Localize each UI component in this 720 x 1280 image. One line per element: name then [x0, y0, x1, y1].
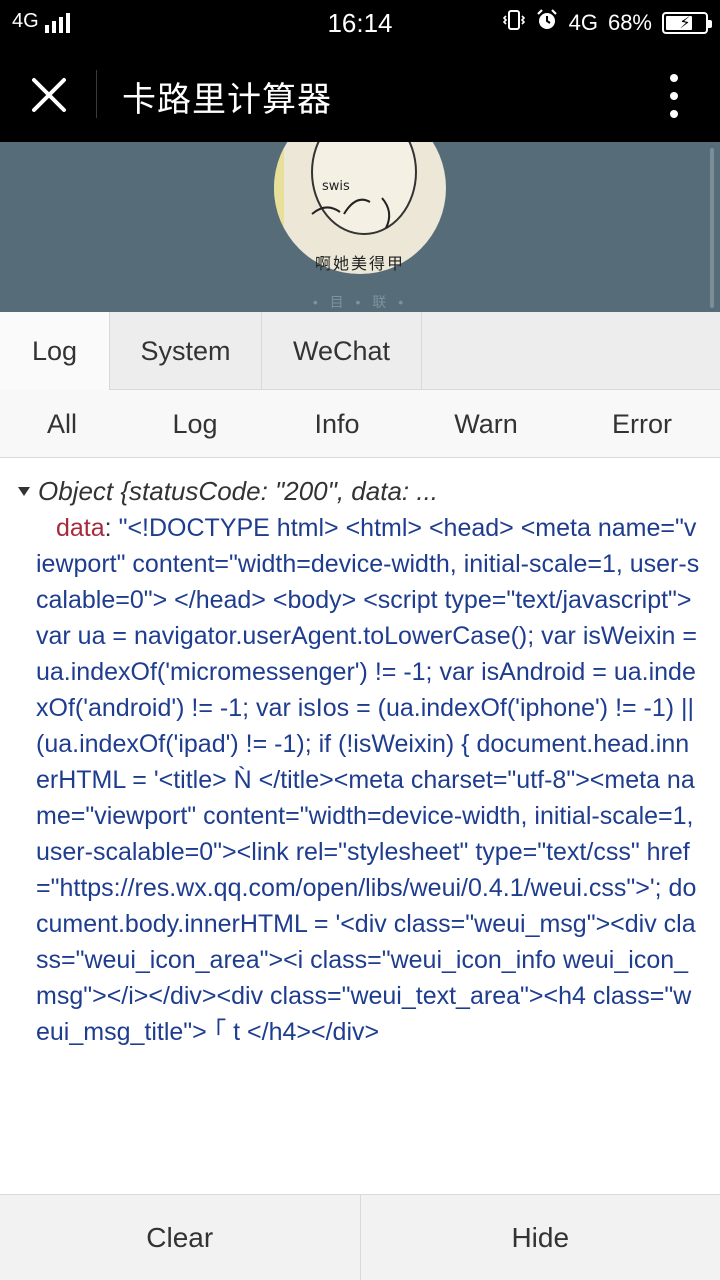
title-divider	[96, 70, 97, 118]
more-dot-icon	[670, 74, 678, 82]
expand-triangle-icon[interactable]	[18, 486, 30, 496]
vibrate-icon	[502, 9, 525, 37]
network-type-right: 4G	[568, 10, 598, 35]
close-button[interactable]	[22, 68, 76, 122]
charging-bolt-icon: ⚡	[679, 15, 691, 32]
console-bottom-bar: Clear Hide	[0, 1194, 720, 1280]
background-scrollbar	[710, 148, 714, 308]
hide-button[interactable]: Hide	[361, 1195, 720, 1280]
background-subtext: • 目 • 联 •	[312, 294, 408, 310]
property-colon: :	[104, 514, 119, 542]
battery-percent: 68%	[607, 10, 652, 35]
filter-error[interactable]: Error	[564, 390, 720, 458]
battery-icon: ⚡	[662, 12, 712, 34]
sticker-text: swis	[322, 179, 350, 194]
status-bar: 4G 16:14 4G 68% ⚡	[0, 0, 720, 48]
log-object-summary-text: Object {statusCode: "200", data: ...	[38, 476, 439, 506]
filter-log[interactable]: Log	[124, 390, 266, 458]
log-object-property: data: "<!DOCTYPE html> <html> <head> <me…	[18, 510, 700, 1050]
property-value: "<!DOCTYPE html> <html> <head> <meta nam…	[36, 514, 700, 1046]
filter-warn[interactable]: Warn	[408, 390, 564, 458]
more-menu-button[interactable]	[654, 72, 694, 120]
page-title: 卡路里计算器	[122, 81, 332, 119]
more-dot-icon	[670, 92, 678, 100]
log-output[interactable]: Object {statusCode: "200", data: ... dat…	[0, 458, 720, 1192]
tab-system[interactable]: System	[110, 312, 262, 390]
alarm-icon	[535, 8, 559, 38]
title-bar: 卡路里计算器	[0, 48, 720, 142]
property-key: data	[56, 514, 105, 542]
status-right: 4G 68% ⚡	[502, 8, 712, 38]
tab-wechat[interactable]: WeChat	[262, 312, 422, 390]
sticker-caption: 啊她美得甲	[314, 256, 405, 273]
log-filter-bar: All Log Info Warn Error	[0, 390, 720, 458]
log-object-summary[interactable]: Object {statusCode: "200", data: ...	[18, 474, 700, 508]
clear-button[interactable]: Clear	[0, 1195, 360, 1280]
filter-info[interactable]: Info	[266, 390, 408, 458]
console-tab-bar: Log System WeChat	[0, 312, 720, 390]
debug-console-panel: Log System WeChat All Log Info Warn Erro…	[0, 312, 720, 1280]
more-dot-icon	[670, 110, 678, 118]
background-page: swis 啊她美得甲 • 目 • 联 •	[0, 142, 720, 312]
close-icon	[32, 78, 66, 112]
tab-log[interactable]: Log	[0, 312, 110, 390]
filter-all[interactable]: All	[0, 390, 124, 458]
